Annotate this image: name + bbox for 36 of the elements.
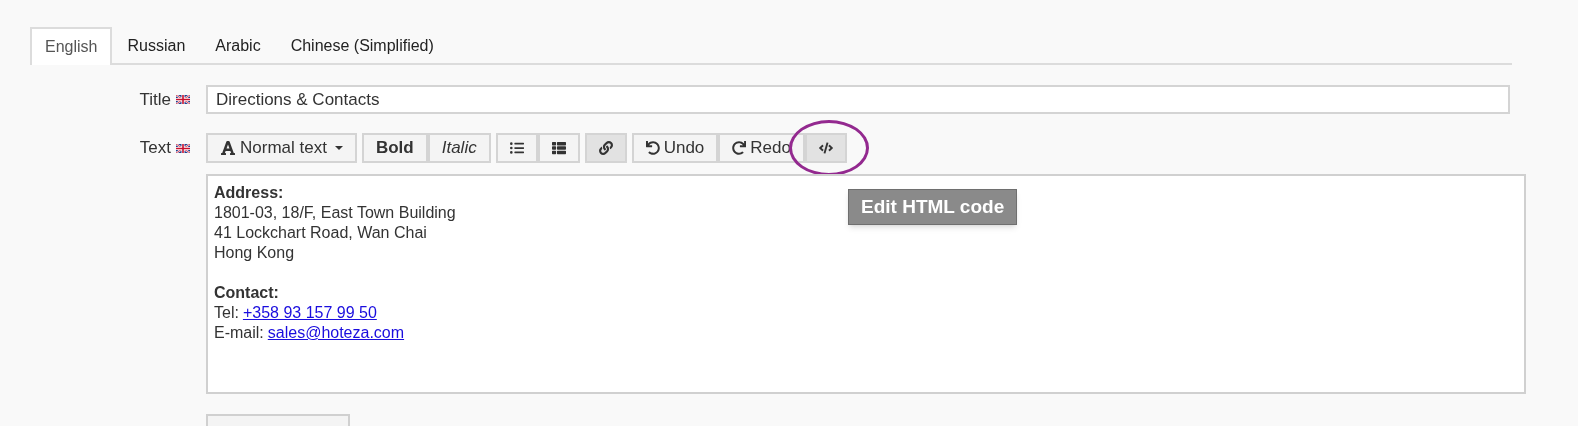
redo-icon: [732, 141, 747, 155]
section-heading: Contact:: [214, 283, 279, 303]
undo-icon: [645, 141, 660, 155]
contact-label: E-mail:: [214, 323, 264, 343]
address-line: 41 Lockchart Road, Wan Chai: [214, 223, 427, 243]
language-tab[interactable]: Arabic: [200, 27, 276, 65]
bullets-button[interactable]: [495, 133, 538, 163]
contact-link[interactable]: +358 93 157 99 50: [242, 303, 377, 323]
list-icon: [551, 141, 566, 155]
uk-flag-icon: [176, 143, 190, 153]
code-button[interactable]: [804, 133, 847, 163]
bold-button[interactable]: Bold: [361, 133, 428, 163]
numbered-button[interactable]: [537, 133, 580, 163]
contact-label: Tel:: [214, 303, 239, 323]
format-button[interactable]: Normal text: [206, 133, 357, 163]
uk-flag-icon: [176, 95, 190, 104]
italic-button[interactable]: Italic: [427, 133, 491, 163]
contact-link[interactable]: sales@hoteza.com: [267, 323, 405, 343]
redo-button[interactable]: Redo: [718, 133, 805, 163]
undo-button[interactable]: Undo: [631, 133, 719, 163]
title-input[interactable]: Directions & Contacts: [206, 85, 1510, 114]
tooltip: Edit HTML code: [848, 189, 1018, 225]
bullet-list-icon: [509, 141, 524, 155]
address-line: Hong Kong: [214, 243, 295, 263]
section-heading: Address:: [214, 183, 284, 203]
font-icon: [220, 140, 236, 156]
link-icon: [598, 141, 613, 155]
code-icon: [818, 141, 833, 155]
caret-icon: [334, 145, 343, 151]
language-tab[interactable]: Chinese (Simplified): [275, 27, 449, 65]
link-button[interactable]: [584, 133, 627, 163]
language-tab[interactable]: English: [30, 27, 113, 65]
field-label: Text: [139, 137, 171, 160]
language-tab[interactable]: Russian: [112, 27, 201, 65]
address-line: 1801-03, 18/F, East Town Building: [214, 203, 456, 223]
field-label: Title: [139, 88, 171, 111]
